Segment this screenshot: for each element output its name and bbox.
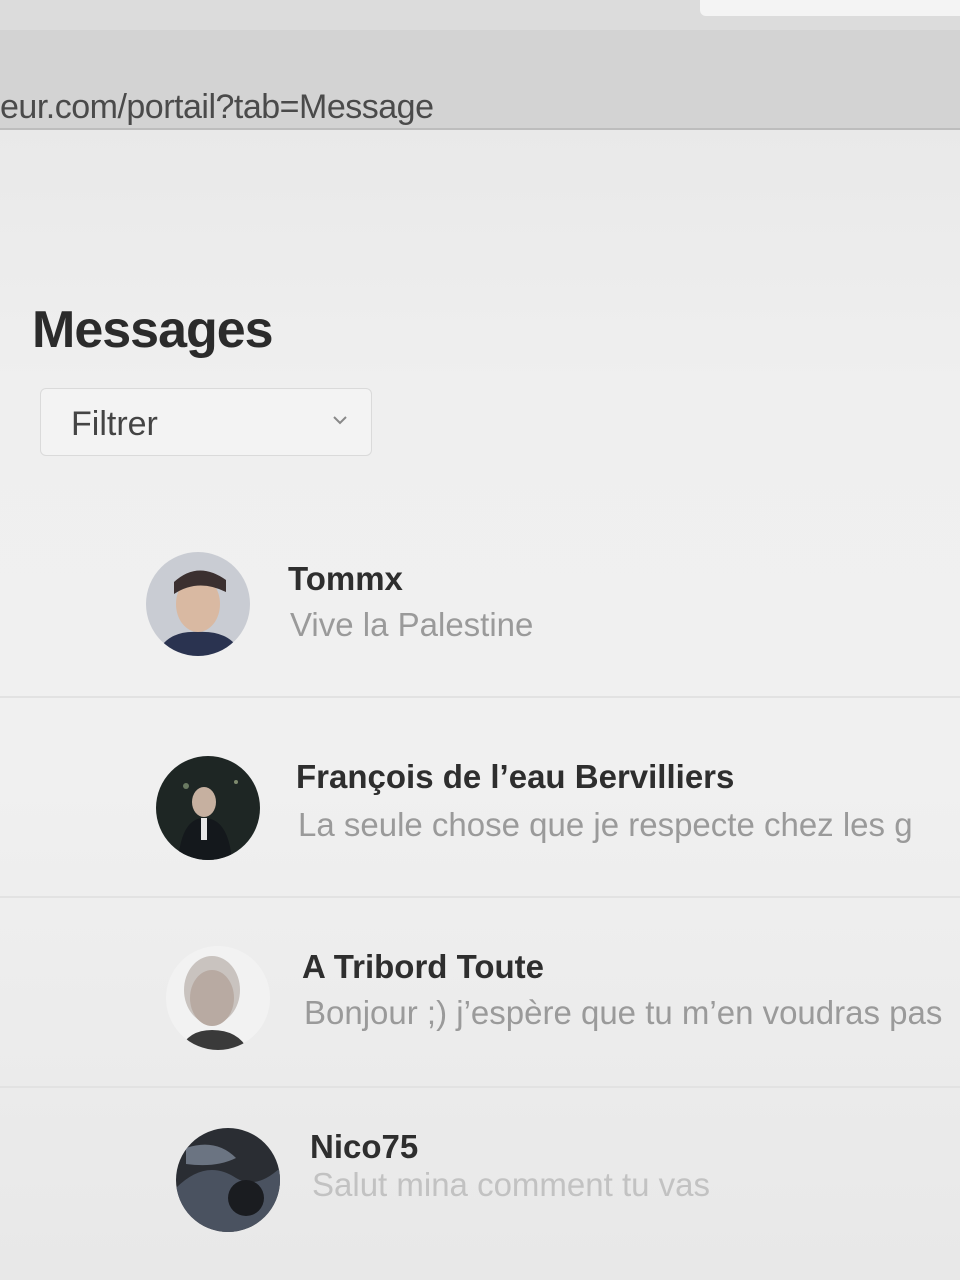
conversation-name: François de l’eau Bervilliers: [296, 758, 735, 795]
conversation-item[interactable]: A Tribord Toute Bonjour ;) j’espère que …: [0, 932, 960, 1102]
conversation-preview: La seule chose que je respecte chez les …: [298, 806, 913, 843]
avatar: [166, 946, 270, 1050]
chevron-down-icon: [333, 416, 347, 425]
filter-selected-value: Filtrer: [71, 405, 158, 443]
conversation-preview: Bonjour ;) j’espère que tu m’en voudras …: [304, 994, 943, 1031]
address-bar[interactable]: eur.com/portail?tab=Message: [0, 30, 960, 130]
filter-dropdown[interactable]: Filtrer: [40, 388, 372, 456]
divider: [0, 1086, 960, 1088]
conversation-item[interactable]: François de l’eau Bervilliers La seule c…: [0, 740, 960, 910]
messages-page: eur.com/portail?tab=Message Messages Fil…: [0, 0, 960, 1280]
conversation-preview: Salut mina comment tu vas: [312, 1166, 710, 1203]
avatar: [176, 1128, 280, 1232]
divider: [0, 696, 960, 698]
avatar: [156, 756, 260, 860]
conversation-item[interactable]: Tommx Vive la Palestine: [0, 540, 960, 710]
avatar: [146, 552, 250, 656]
conversation-name: Tommx: [288, 560, 403, 597]
profile-photo-icon: [146, 552, 250, 656]
profile-photo-icon: [176, 1128, 280, 1232]
browser-tab[interactable]: [700, 0, 960, 16]
conversation-name: Nico75: [310, 1128, 419, 1165]
profile-photo-icon: [166, 946, 270, 1050]
conversation-preview: Vive la Palestine: [290, 606, 534, 643]
url-text[interactable]: eur.com/portail?tab=Message: [0, 88, 434, 127]
browser-tab-strip: [0, 0, 960, 30]
page-title: Messages: [32, 301, 274, 359]
conversation-name: A Tribord Toute: [302, 948, 544, 985]
profile-photo-icon: [156, 756, 260, 860]
divider: [0, 896, 960, 898]
conversation-item[interactable]: Nico75 Salut mina comment tu vas: [0, 1116, 960, 1280]
